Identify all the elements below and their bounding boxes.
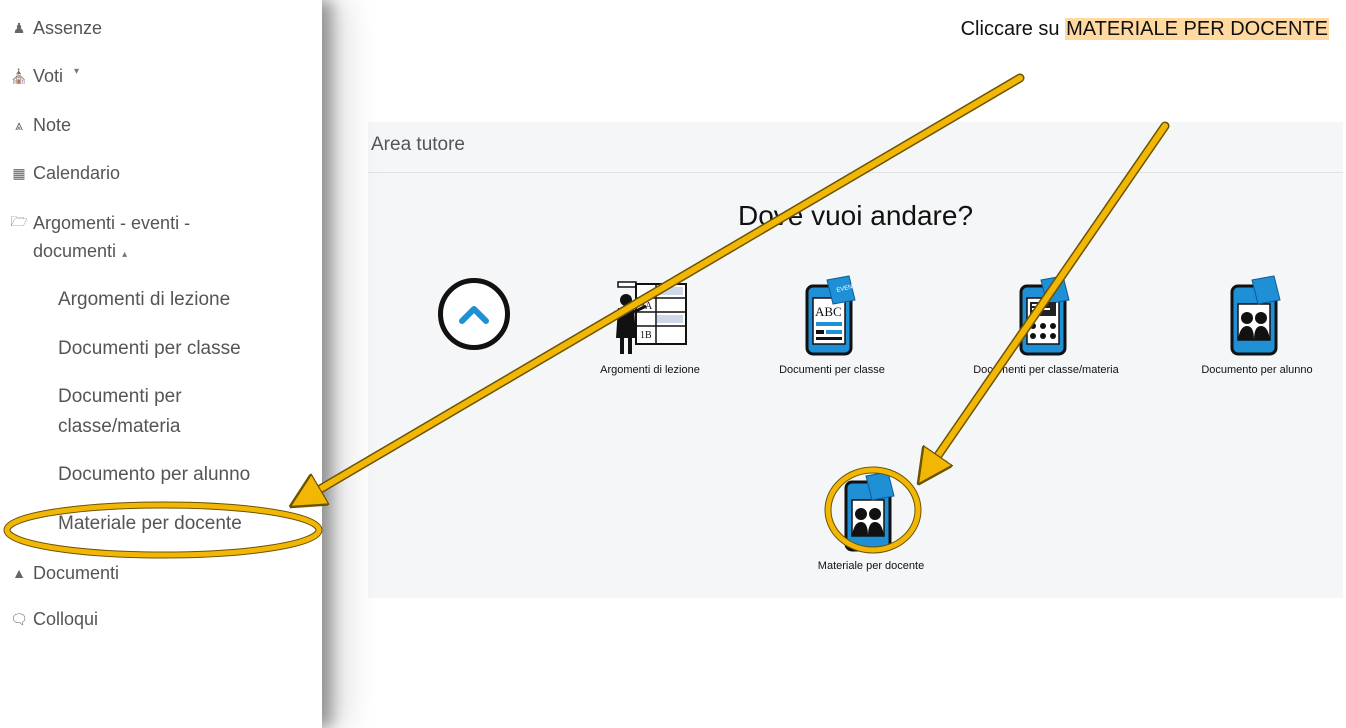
tile-argomenti-di-lezione[interactable]: 3A 1B Argomenti di lezione	[570, 278, 730, 376]
abc-text: ABC	[815, 304, 842, 319]
tile-documento-per-alunno[interactable]: Documento per alunno	[1177, 274, 1337, 376]
class-subject-document-icon	[1019, 275, 1070, 356]
teacher-material-icon	[844, 471, 895, 552]
sidebar-item-assenze[interactable]: ♟ Assenze	[10, 18, 102, 39]
sidebar-item-label-line1: Argomenti - eventi -	[33, 213, 191, 233]
sidebar-item-label: Note	[33, 115, 72, 135]
tile-documenti-per-classe[interactable]: EVENT ABC Documenti per classe	[752, 274, 912, 376]
sidebar-item-label: Calendario	[33, 163, 121, 183]
instruction-text: Cliccare su MATERIALE PER DOCENTE	[961, 18, 1329, 41]
sidebar-item-note[interactable]: ⩓ Note	[10, 115, 71, 136]
abc-document-icon: EVENT ABC	[805, 275, 857, 356]
caret-down-icon: ▾	[74, 66, 80, 77]
subitem-documento-per-alunno[interactable]: Documento per alunno	[58, 460, 250, 490]
tile-label: Materiale per docente	[817, 560, 925, 572]
panel-title: Area tutore	[371, 134, 465, 155]
sidebar: ♟ Assenze ⛪ Voti ▾ ⩓ Note ▦ Calendario 🗁…	[0, 0, 322, 728]
board-label-1b: 1B	[640, 330, 652, 341]
lesson-board-icon: 3A 1B	[616, 281, 687, 354]
chevron-up-icon	[459, 306, 489, 324]
back-up-button[interactable]	[438, 278, 510, 350]
graduation-cap-icon: ▲	[12, 565, 26, 581]
subitem-documenti-per-classe[interactable]: Documenti per classe	[58, 334, 241, 364]
sidebar-item-label: Colloqui	[33, 609, 99, 629]
sidebar-item-label: Voti	[33, 66, 64, 86]
subitem-documenti-per-classe-materia[interactable]: Documenti per classe/materia	[58, 382, 182, 442]
bank-icon: ⛪	[10, 68, 28, 84]
caret-up-icon: ▴	[122, 249, 128, 260]
sidebar-item-colloqui[interactable]: 🗨 Colloqui	[10, 609, 98, 630]
user-icon: ♟	[12, 20, 26, 36]
student-document-icon	[1230, 275, 1281, 356]
panel-header: Area tutore	[368, 122, 1343, 173]
calendar-icon: ▦	[12, 165, 26, 181]
chat-icon: 🗨	[10, 611, 28, 627]
sidebar-item-label: Assenze	[33, 18, 103, 38]
subitem-label-line1: Documenti per	[58, 386, 182, 407]
tile-documenti-per-classe-materia[interactable]: Documenti per classe/materia	[966, 274, 1126, 376]
tile-materiale-per-docente[interactable]: Materiale per docente	[791, 470, 951, 572]
sidebar-item-argomenti[interactable]: 🗁 Argomenti - eventi - documenti ▴	[10, 209, 190, 269]
instruction-highlight: MATERIALE PER DOCENTE	[1065, 18, 1329, 40]
sidebar-item-voti[interactable]: ⛪ Voti ▾	[10, 66, 79, 87]
subitem-argomenti-di-lezione[interactable]: Argomenti di lezione	[58, 285, 230, 315]
folder-open-icon: 🗁	[10, 213, 28, 229]
instruction-prefix: Cliccare su	[960, 18, 1060, 40]
sidebar-item-documenti[interactable]: ▲ Documenti	[10, 563, 119, 584]
subitem-label-line2: classe/materia	[58, 416, 181, 437]
pin-icon: ⩓	[15, 117, 23, 133]
tile-label: Documenti per classe/materia	[973, 364, 1119, 376]
subitem-materiale-per-docente[interactable]: Materiale per docente	[58, 509, 242, 539]
tile-label: Argomenti di lezione	[600, 364, 700, 376]
sidebar-item-label-line2: documenti	[33, 241, 117, 261]
tile-label: Documento per alunno	[1201, 364, 1313, 376]
page-question: Dove vuoi andare?	[737, 200, 974, 231]
tile-label: Documenti per classe	[779, 364, 885, 376]
sidebar-item-calendario[interactable]: ▦ Calendario	[10, 163, 120, 184]
sidebar-item-label: Documenti	[33, 563, 120, 583]
